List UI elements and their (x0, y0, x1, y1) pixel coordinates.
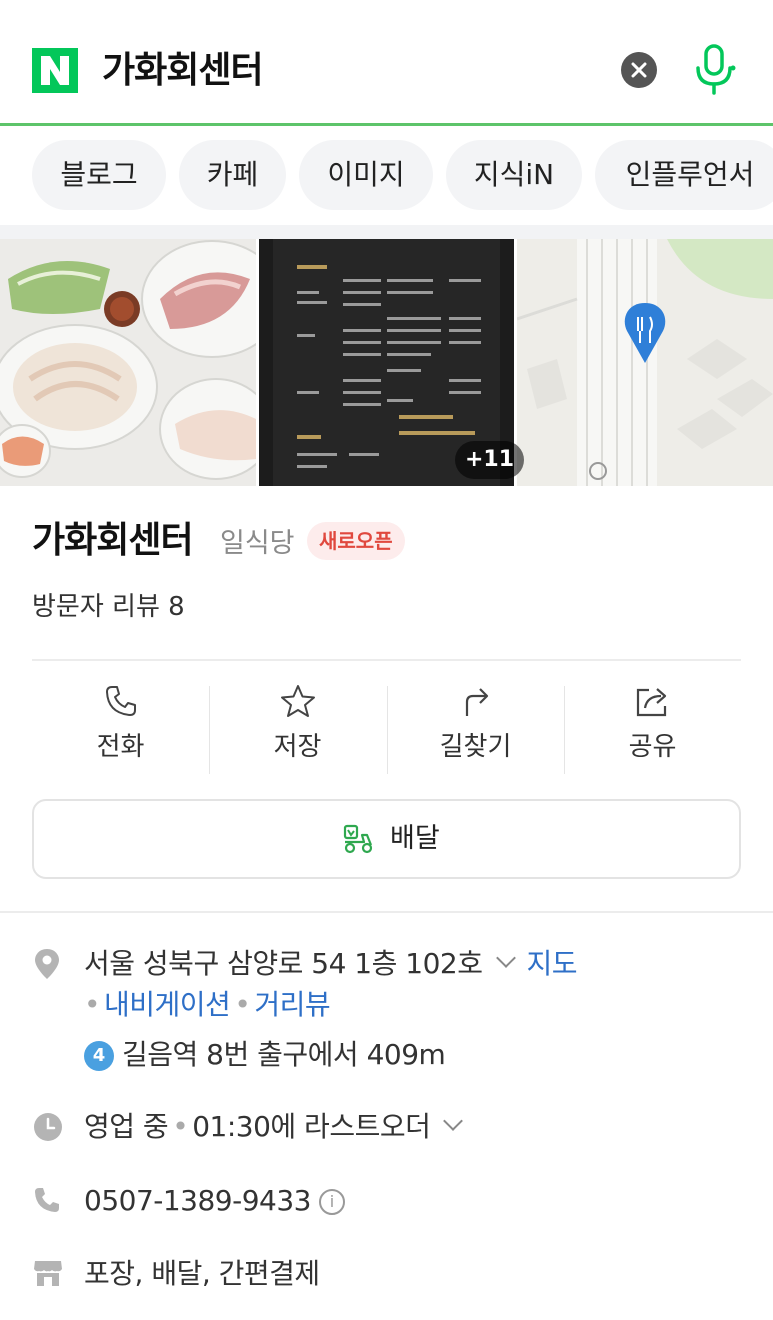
section-separator (0, 225, 773, 239)
search-tabs: 블로그 카페 이미지 지식iN 인플루언서 (0, 138, 773, 212)
save-label: 저장 (273, 732, 322, 762)
chevron-down-icon[interactable] (443, 1111, 464, 1131)
microphone-icon[interactable] (690, 44, 738, 96)
phone-icon (35, 1188, 59, 1212)
more-photos-badge[interactable]: +11 (455, 441, 525, 479)
search-bar: 가화회센터 (0, 0, 773, 126)
map-thumbnail[interactable] (517, 239, 773, 486)
call-label: 전화 (96, 732, 145, 762)
tab-blog[interactable]: 블로그 (32, 140, 166, 210)
place-category: 일식당 (220, 528, 295, 559)
star-icon (280, 685, 315, 717)
phone-number[interactable]: 0507-1389-9433 (84, 1184, 311, 1217)
divider (32, 659, 741, 661)
phone-row[interactable]: 0507-1389-9433 i (84, 1181, 345, 1221)
share-icon (636, 688, 666, 717)
map-link[interactable]: 지도 (527, 947, 578, 980)
delivery-scooter-icon (343, 824, 373, 854)
visitor-reviews-link[interactable]: 방문자 리뷰 8 (32, 588, 185, 626)
naver-logo[interactable] (32, 48, 78, 93)
street-view-link[interactable]: 거리뷰 (254, 988, 330, 1021)
clock-icon (34, 1113, 62, 1141)
directions-label: 길찾기 (439, 732, 512, 762)
tab-knowledge-in[interactable]: 지식iN (446, 140, 582, 210)
separator-dot: • (172, 1110, 189, 1143)
share-button[interactable]: 공유 (564, 676, 741, 776)
info-icon[interactable]: i (318, 1189, 345, 1215)
chevron-down-icon[interactable] (495, 948, 516, 968)
tab-images[interactable]: 이미지 (299, 140, 433, 210)
tab-influencer[interactable]: 인플루언서 (595, 140, 773, 210)
services-text: 포장, 배달, 간편결제 (84, 1257, 320, 1290)
separator-dot: • (84, 988, 101, 1021)
tab-cafe[interactable]: 카페 (179, 140, 286, 210)
clear-button[interactable] (621, 52, 657, 88)
address-text: 서울 성북구 삼양로 54 1층 102호 (84, 947, 483, 980)
phone-icon (105, 686, 136, 716)
new-open-badge: 새로오픈 (307, 522, 405, 560)
location-pin-icon (35, 949, 59, 979)
last-order-text: 01:30에 라스트오더 (192, 1110, 431, 1143)
food-photo[interactable] (0, 239, 256, 486)
subway-station-text: 길음역 8번 출구에서 409m (122, 1038, 446, 1071)
directions-icon (465, 688, 488, 716)
subway-line-badge: 4 (84, 1041, 114, 1071)
directions-button[interactable]: 길찾기 (387, 676, 564, 776)
open-status: 영업 중 (84, 1110, 169, 1143)
place-name: 가화회센터 (32, 520, 194, 561)
navigation-link[interactable]: 내비게이션 (104, 988, 231, 1021)
delivery-button[interactable]: 배달 (32, 799, 741, 879)
share-label: 공유 (628, 732, 677, 762)
address-links-row: • 내비게이션 • 거리뷰 (84, 985, 331, 1025)
subway-row: 4 길음역 8번 출구에서 409m (84, 1035, 446, 1075)
call-button[interactable]: 전화 (32, 676, 209, 776)
section-divider (0, 911, 773, 913)
search-input[interactable]: 가화회센터 (102, 48, 264, 94)
store-icon (34, 1261, 62, 1286)
action-bar: 전화 저장 길찾기 공유 (32, 676, 741, 786)
hours-row[interactable]: 영업 중 • 01:30에 라스트오더 (84, 1107, 474, 1147)
close-icon (631, 62, 647, 78)
separator-dot: • (234, 988, 251, 1021)
save-button[interactable]: 저장 (209, 676, 386, 776)
delivery-label: 배달 (390, 823, 440, 854)
address-row: 서울 성북구 삼양로 54 1층 102호 지도 (84, 944, 578, 984)
photo-strip: +11 (0, 239, 773, 486)
